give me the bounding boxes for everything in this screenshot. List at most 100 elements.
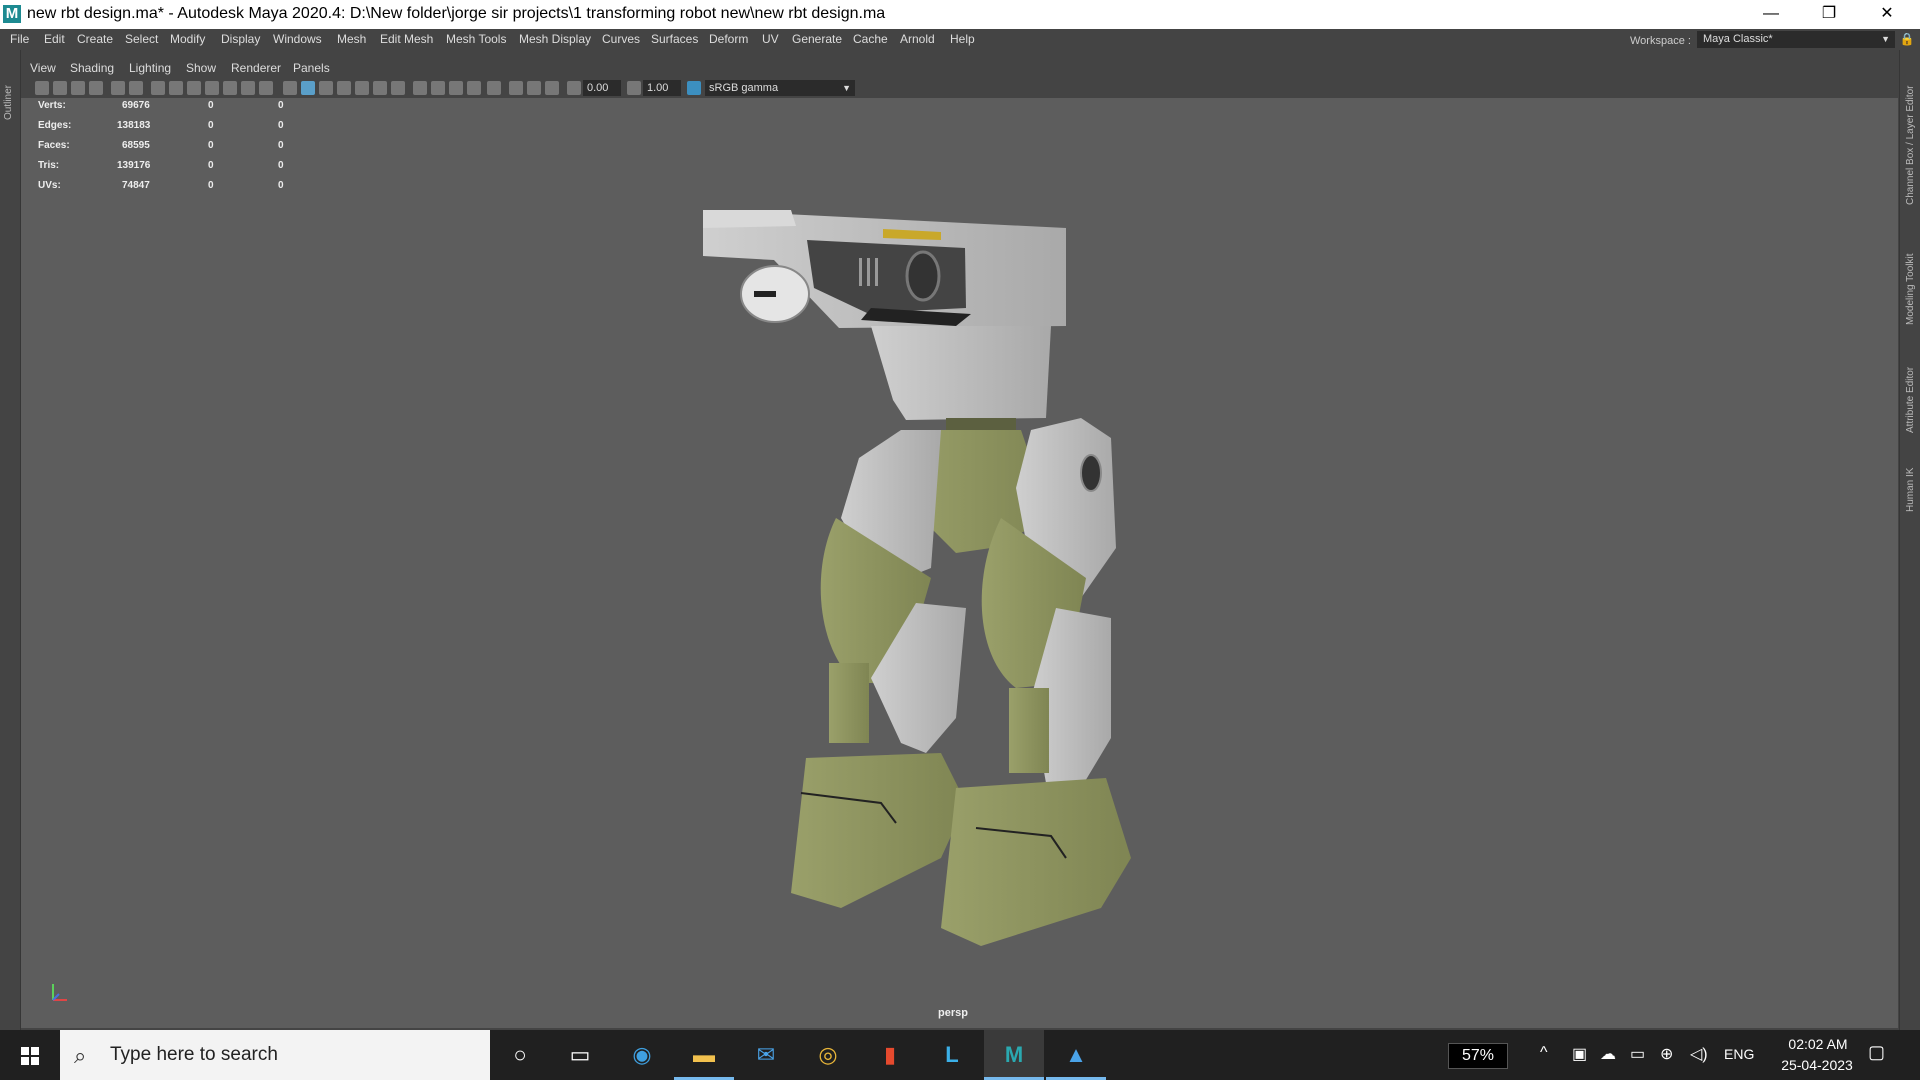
close-button[interactable]: ✕ xyxy=(1858,0,1916,29)
panel-menu-lighting[interactable]: Lighting xyxy=(129,61,171,75)
menu-create[interactable]: Create xyxy=(77,32,113,46)
xray-icon[interactable] xyxy=(509,81,523,95)
bookmark-icon[interactable] xyxy=(71,81,85,95)
clock-time[interactable]: 02:02 AM xyxy=(1776,1036,1860,1052)
panel-menu-renderer[interactable]: Renderer xyxy=(231,61,281,75)
gamma-field[interactable]: 1.00 xyxy=(643,80,681,96)
lock-icon[interactable]: 🔒 xyxy=(1899,32,1915,48)
lightshot-icon[interactable]: L xyxy=(922,1030,982,1080)
modeling-toolkit-tab[interactable]: Modeling Toolkit xyxy=(1905,253,1916,325)
smooth-shade-icon[interactable] xyxy=(301,81,315,95)
notification-icon[interactable]: ▢ xyxy=(1868,1042,1892,1066)
wireframe-on-shaded-icon[interactable] xyxy=(337,81,351,95)
hud-value: 0 xyxy=(208,120,214,131)
menu-file[interactable]: File xyxy=(10,32,29,46)
clock-date[interactable]: 25-04-2023 xyxy=(1770,1057,1864,1073)
taskbar-search-box[interactable]: ⌕ Type here to search xyxy=(60,1030,490,1080)
network-icon[interactable]: ⊕ xyxy=(1660,1044,1673,1064)
field-chart-icon[interactable] xyxy=(223,81,237,95)
restore-button[interactable]: ❐ xyxy=(1800,0,1858,29)
xray-active-icon[interactable] xyxy=(545,81,559,95)
menu-mesh-tools[interactable]: Mesh Tools xyxy=(446,32,506,46)
grid-icon[interactable] xyxy=(151,81,165,95)
maya-taskbar-icon[interactable]: M xyxy=(984,1030,1044,1080)
menu-edit[interactable]: Edit xyxy=(44,32,65,46)
chevron-up-icon[interactable]: ^ xyxy=(1540,1044,1548,1062)
gate-mask-icon[interactable] xyxy=(205,81,219,95)
task-view-icon[interactable]: ▭ xyxy=(550,1030,610,1080)
menu-edit-mesh[interactable]: Edit Mesh xyxy=(380,32,433,46)
resolution-gate-icon[interactable] xyxy=(187,81,201,95)
meet-now-icon[interactable]: ▣ xyxy=(1572,1044,1587,1064)
panel-menu-view[interactable]: View xyxy=(30,61,56,75)
windows-start-icon[interactable] xyxy=(0,1030,60,1080)
file-explorer-icon[interactable]: ▬ xyxy=(674,1030,734,1080)
left-dock: Outliner xyxy=(0,50,21,1030)
grease-pencil-icon[interactable] xyxy=(129,81,143,95)
safe-title-icon[interactable] xyxy=(259,81,273,95)
edge-browser-icon[interactable]: ◉ xyxy=(612,1030,672,1080)
2d-pan-zoom-icon[interactable] xyxy=(111,81,125,95)
mail-icon[interactable]: ✉ xyxy=(736,1030,796,1080)
cortana-icon[interactable]: ○ xyxy=(490,1030,550,1080)
photos-icon[interactable]: ▲ xyxy=(1046,1030,1106,1080)
menu-help[interactable]: Help xyxy=(950,32,975,46)
hud-value: 0 xyxy=(278,160,284,171)
battery-icon[interactable]: ▭ xyxy=(1630,1044,1645,1064)
chrome-icon[interactable]: ◎ xyxy=(798,1030,858,1080)
office-icon[interactable]: ▮ xyxy=(860,1030,920,1080)
default-material-icon[interactable] xyxy=(319,81,333,95)
hud-value: 0 xyxy=(208,100,214,111)
menu-arnold[interactable]: Arnold xyxy=(900,32,935,46)
view-transform-dropdown[interactable]: sRGB gamma ▼ xyxy=(705,80,855,96)
menu-cache[interactable]: Cache xyxy=(853,32,888,46)
film-gate-icon[interactable] xyxy=(169,81,183,95)
gamma-icon[interactable] xyxy=(627,81,641,95)
exposure-field[interactable]: 0.00 xyxy=(583,80,621,96)
language-indicator[interactable]: ENG xyxy=(1724,1046,1754,1062)
isolate-select-icon[interactable] xyxy=(487,81,501,95)
menu-modify[interactable]: Modify xyxy=(170,32,205,46)
panel-menu-panels[interactable]: Panels xyxy=(293,61,330,75)
channel-box-tab[interactable]: Channel Box / Layer Editor xyxy=(1905,85,1916,205)
menu-uv[interactable]: UV xyxy=(762,32,779,46)
screen-space-ao-icon[interactable] xyxy=(413,81,427,95)
workspace-dropdown[interactable]: Maya Classic* ▼ xyxy=(1697,31,1895,48)
safe-action-icon[interactable] xyxy=(241,81,255,95)
lights-icon[interactable] xyxy=(373,81,387,95)
menu-select[interactable]: Select xyxy=(125,32,158,46)
perspective-viewport[interactable]: Verts: 69676 0 0 Edges: 138183 0 0 Faces… xyxy=(21,98,1898,1028)
depth-of-field-icon[interactable] xyxy=(467,81,481,95)
image-plane-icon[interactable] xyxy=(89,81,103,95)
panel-menu-bar: View Shading Lighting Show Renderer Pane… xyxy=(21,58,1898,78)
attribute-editor-tab[interactable]: Attribute Editor xyxy=(1905,367,1916,433)
outliner-tab[interactable]: Outliner xyxy=(3,85,14,120)
human-ik-tab[interactable]: Human IK xyxy=(1905,468,1916,512)
menu-display[interactable]: Display xyxy=(221,32,260,46)
camera-select-icon[interactable] xyxy=(35,81,49,95)
exposure-icon[interactable] xyxy=(567,81,581,95)
minimize-button[interactable]: — xyxy=(1742,0,1800,29)
wireframe-icon[interactable] xyxy=(283,81,297,95)
menu-curves[interactable]: Curves xyxy=(602,32,640,46)
menu-generate[interactable]: Generate xyxy=(792,32,842,46)
onedrive-icon[interactable]: ☁ xyxy=(1600,1044,1616,1064)
menu-surfaces[interactable]: Surfaces xyxy=(651,32,698,46)
menu-windows[interactable]: Windows xyxy=(273,32,322,46)
menu-mesh[interactable]: Mesh xyxy=(337,32,366,46)
camera-attributes-icon[interactable] xyxy=(53,81,67,95)
textured-icon[interactable] xyxy=(355,81,369,95)
battery-percent-badge: 57% xyxy=(1448,1043,1508,1069)
menu-mesh-display[interactable]: Mesh Display xyxy=(519,32,591,46)
panel-menu-show[interactable]: Show xyxy=(186,61,216,75)
menu-deform[interactable]: Deform xyxy=(709,32,748,46)
shadows-icon[interactable] xyxy=(391,81,405,95)
motion-blur-icon[interactable] xyxy=(431,81,445,95)
anti-aliasing-icon[interactable] xyxy=(449,81,463,95)
robot-model[interactable] xyxy=(21,98,1898,1028)
hud-value: 68595 xyxy=(122,140,150,151)
speaker-icon[interactable]: ◁) xyxy=(1690,1044,1708,1064)
panel-menu-shading[interactable]: Shading xyxy=(70,61,114,75)
color-management-icon[interactable] xyxy=(687,81,701,95)
xray-joints-icon[interactable] xyxy=(527,81,541,95)
